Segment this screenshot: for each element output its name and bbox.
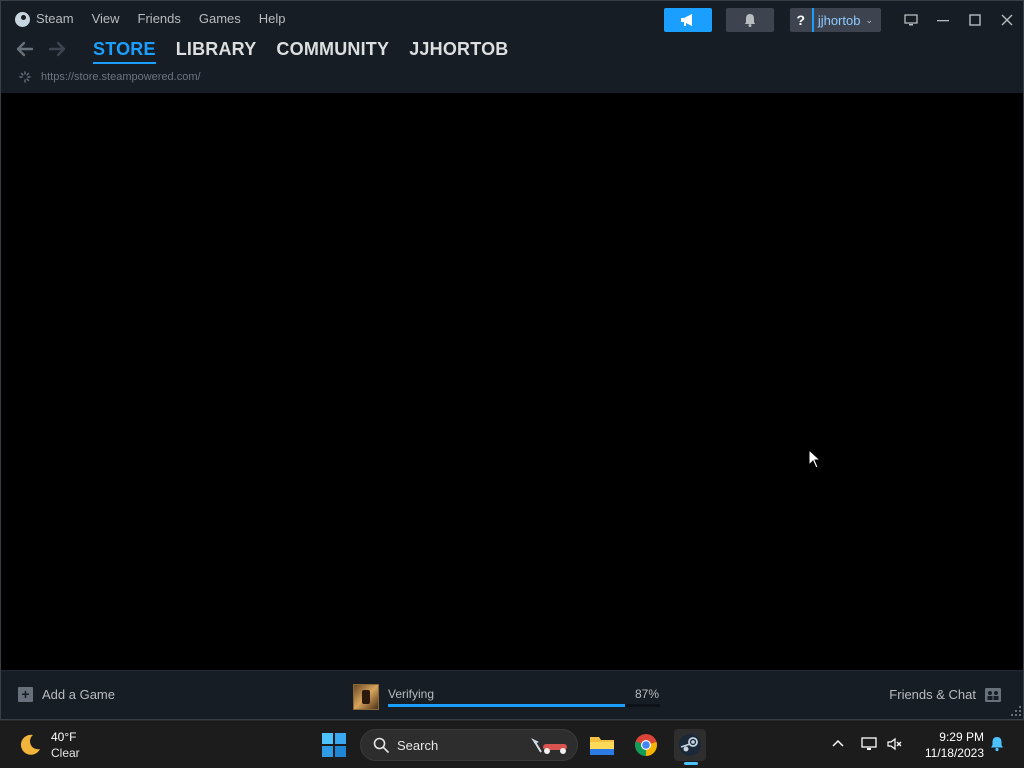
steam-logo-icon — [15, 11, 30, 27]
tab-profile[interactable]: JJHORTOB — [409, 37, 508, 61]
maximize-icon — [969, 14, 981, 26]
add-game-button[interactable]: + Add a Game — [18, 687, 115, 702]
search-icon — [373, 737, 389, 753]
mouse-cursor-icon — [808, 449, 822, 469]
taskbar-file-explorer[interactable] — [586, 729, 618, 761]
back-button[interactable] — [9, 37, 41, 61]
bell-icon — [744, 14, 755, 27]
url-text[interactable]: https://store.steampowered.com/ — [41, 71, 201, 83]
download-status[interactable]: Verifying 87% — [353, 682, 661, 710]
weather-condition: Clear — [51, 746, 80, 760]
resize-grip-icon[interactable] — [1011, 706, 1021, 716]
steam-bottom-bar: + Add a Game Verifying 87% Friends & Cha… — [1, 670, 1023, 719]
store-content-area[interactable] — [1, 93, 1023, 670]
steam-icon — [679, 734, 701, 756]
maximize-button[interactable] — [959, 8, 991, 32]
steam-window: Steam View Friends Games Help ? jjhortob… — [0, 0, 1024, 720]
friends-icon — [985, 687, 1001, 702]
clock-date: 11/18/2023 — [924, 746, 984, 760]
chrome-icon — [635, 734, 657, 756]
menu-view[interactable]: View — [83, 1, 129, 37]
moon-icon — [20, 734, 40, 755]
windows-start-icon[interactable] — [322, 733, 346, 757]
menu-steam[interactable]: Steam — [1, 1, 83, 37]
active-app-indicator — [684, 762, 698, 765]
close-button[interactable] — [991, 8, 1023, 32]
notifications-button[interactable] — [725, 8, 774, 32]
clock-time: 9:29 PM — [939, 730, 984, 744]
volume-muted-icon[interactable] — [886, 735, 904, 753]
main-navigation: STORE LIBRARY COMMUNITY JJHORTOB — [1, 37, 509, 64]
steam-titlebar: Steam View Friends Games Help ? jjhortob… — [1, 1, 1023, 93]
download-status-label: Verifying — [388, 687, 435, 701]
system-clock[interactable]: 9:29 PM 11/18/2023 — [912, 729, 984, 761]
taskbar-search[interactable]: Search — [360, 729, 578, 761]
header-controls: ? jjhortob ⌄ — [663, 8, 1023, 32]
menu-friends[interactable]: Friends — [129, 1, 190, 37]
minimize-icon — [937, 20, 949, 22]
menu-games[interactable]: Games — [190, 1, 250, 37]
announcements-button[interactable] — [663, 8, 712, 32]
loading-spinner-icon — [19, 71, 31, 83]
tab-community[interactable]: COMMUNITY — [276, 37, 389, 61]
search-highlight-icon — [531, 738, 567, 754]
chevron-up-icon[interactable] — [829, 735, 847, 753]
friends-chat-button[interactable]: Friends & Chat — [889, 687, 1001, 702]
tab-library[interactable]: LIBRARY — [176, 37, 257, 61]
windows-taskbar: 40°F Clear Search 9:29 PM 11/18/2023 — [0, 720, 1024, 768]
minimize-button[interactable] — [927, 8, 959, 32]
arrow-left-icon — [16, 41, 34, 57]
url-bar: https://store.steampowered.com/ — [19, 69, 201, 85]
weather-temperature: 40°F — [51, 730, 77, 744]
help-button[interactable]: ? — [789, 8, 812, 32]
download-progress-fill — [388, 704, 625, 707]
menu-steam-label: Steam — [36, 11, 74, 26]
folder-icon — [590, 737, 614, 755]
game-thumbnail — [353, 684, 379, 710]
taskbar-chrome[interactable] — [630, 729, 662, 761]
download-percent: 87% — [634, 687, 659, 701]
tab-store[interactable]: STORE — [93, 37, 156, 64]
big-picture-button[interactable] — [895, 8, 927, 32]
download-progress-track — [388, 704, 660, 707]
friends-chat-label: Friends & Chat — [889, 687, 976, 702]
menu-help[interactable]: Help — [250, 1, 295, 37]
notification-bell-icon[interactable] — [988, 735, 1006, 753]
monitor-icon — [904, 14, 918, 26]
plus-icon: + — [18, 687, 33, 702]
forward-button[interactable] — [41, 37, 73, 61]
chevron-down-icon: ⌄ — [865, 14, 873, 25]
arrow-right-icon — [48, 41, 66, 57]
search-label: Search — [397, 737, 439, 753]
menu-bar: Steam View Friends Games Help — [1, 1, 295, 37]
weather-text: 40°F Clear — [51, 729, 80, 761]
account-menu-button[interactable]: jjhortob ⌄ — [811, 8, 881, 32]
weather-widget[interactable]: 40°F Clear — [18, 729, 80, 761]
add-game-label: Add a Game — [42, 687, 115, 702]
taskbar-steam[interactable] — [674, 729, 706, 765]
account-name: jjhortob — [817, 12, 861, 28]
network-icon[interactable] — [860, 735, 878, 753]
close-icon — [1001, 14, 1013, 26]
megaphone-icon — [680, 14, 692, 26]
